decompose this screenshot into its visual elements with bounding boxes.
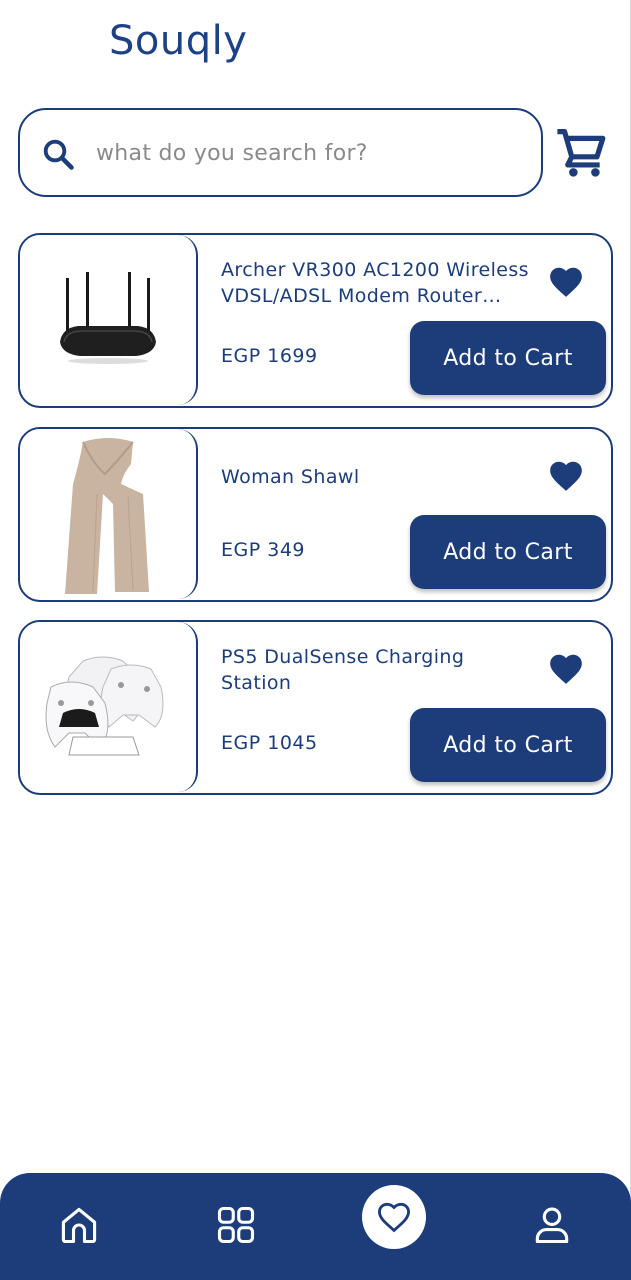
nav-favorites-active[interactable] xyxy=(362,1185,426,1249)
grid-icon[interactable] xyxy=(214,1203,258,1247)
bottom-navigation xyxy=(0,1173,631,1280)
product-title: Woman Shawl xyxy=(221,466,360,488)
product-price: EGP 349 xyxy=(221,539,305,561)
charging-station-image[interactable] xyxy=(20,622,198,792)
heart-filled-icon[interactable] xyxy=(547,457,585,495)
shawl-image[interactable] xyxy=(20,429,198,599)
product-title: PS5 DualSense Charging Station xyxy=(221,646,465,694)
cart-icon[interactable] xyxy=(554,126,608,180)
user-icon[interactable] xyxy=(530,1203,574,1247)
add-to-cart-button[interactable]: Add to Cart xyxy=(410,321,606,395)
product-price: EGP 1045 xyxy=(221,732,318,754)
heart-outline-icon xyxy=(378,1202,410,1233)
add-to-cart-button[interactable]: Add to Cart xyxy=(410,708,606,782)
heart-filled-icon[interactable] xyxy=(547,650,585,688)
search-input[interactable] xyxy=(96,132,516,174)
router-image[interactable] xyxy=(20,235,198,405)
product-card[interactable]: Woman Shawl EGP 349 Add to Cart xyxy=(18,427,613,602)
product-card[interactable]: PS5 DualSense Charging Station EGP 1045 … xyxy=(18,620,613,795)
app-title: Souqly xyxy=(109,18,248,64)
search-bar[interactable] xyxy=(18,108,543,197)
product-title: Archer VR300 AC1200 Wireless VDSL/ADSL M… xyxy=(221,259,529,307)
product-price: EGP 1699 xyxy=(221,345,318,367)
search-icon[interactable] xyxy=(40,136,76,172)
heart-filled-icon[interactable] xyxy=(547,263,585,301)
add-to-cart-button[interactable]: Add to Cart xyxy=(410,515,606,589)
home-icon[interactable] xyxy=(57,1203,101,1247)
product-card[interactable]: Archer VR300 AC1200 Wireless VDSL/ADSL M… xyxy=(18,233,613,408)
